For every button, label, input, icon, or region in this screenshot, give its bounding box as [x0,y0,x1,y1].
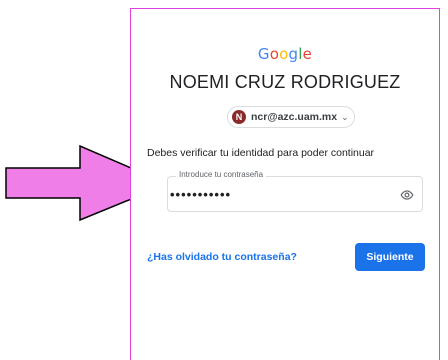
logo-letter: o [279,45,289,63]
signin-card: Google NOEMI CRUZ RODRIGUEZ N ncr@azc.ua… [130,8,440,360]
chevron-down-icon: ⌄ [341,111,349,122]
eye-icon[interactable] [400,188,414,202]
password-value[interactable]: ••••••••••• [170,187,231,202]
avatar: N [232,110,246,124]
password-field[interactable]: Introduce tu contraseña ••••••••••• [167,170,423,212]
google-logo: Google [131,45,439,63]
logo-letter: g [288,45,299,63]
logo-letter: e [302,45,313,63]
user-name: NOEMI CRUZ RODRIGUEZ [169,72,401,92]
logo-letter: G [257,45,270,63]
verify-subtitle: Debes verificar tu identidad para poder … [147,147,375,159]
logo-letter: o [269,45,280,63]
next-button[interactable]: Siguiente [355,243,425,271]
password-label: Introduce tu contraseña [176,170,267,179]
account-email: ncr@azc.uam.mx [251,111,338,123]
account-chip[interactable]: N ncr@azc.uam.mx ⌄ [227,106,355,128]
forgot-password-link[interactable]: ¿Has olvidado tu contraseña? [147,251,297,263]
